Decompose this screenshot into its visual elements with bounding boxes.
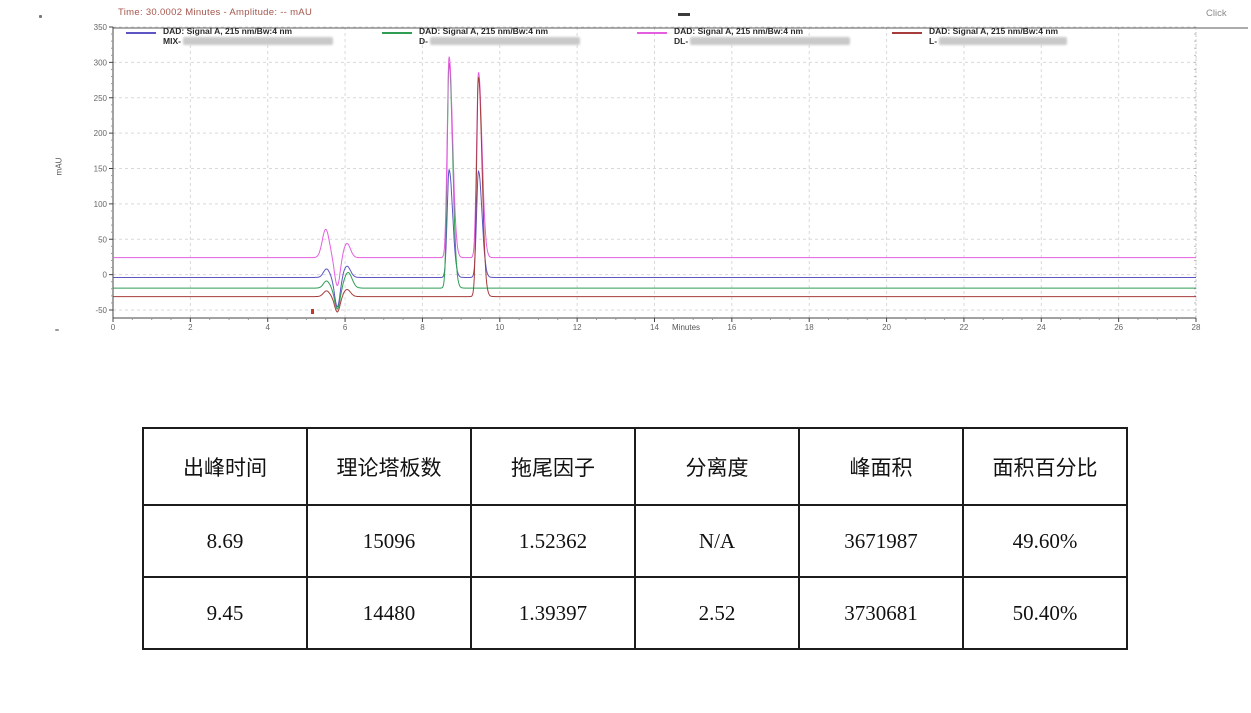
tick-label: 0 — [111, 323, 116, 332]
legend-sample-name: MIX- — [163, 37, 181, 47]
redacted-text — [183, 37, 333, 45]
tick-label: 22 — [959, 323, 968, 332]
tick-label: 300 — [94, 58, 108, 67]
tick-label: 100 — [94, 200, 108, 209]
legend-signal-label: DAD: Signal A, 215 nm/Bw:4 nm — [674, 27, 850, 37]
table-cell: 50.40% — [963, 577, 1127, 649]
tick-label: 2 — [188, 323, 193, 332]
legend-signal-label: DAD: Signal A, 215 nm/Bw:4 nm — [419, 27, 580, 37]
tick-label: 18 — [805, 323, 814, 332]
legend-entry: DAD: Signal A, 215 nm/Bw:4 nm D- — [382, 27, 580, 46]
table-header-cell: 峰面积 — [799, 428, 963, 505]
legend-entry: DAD: Signal A, 215 nm/Bw:4 nm DL- — [637, 27, 850, 46]
results-table: 出峰时间理论塔板数拖尾因子分离度峰面积面积百分比 8.69150961.5236… — [142, 427, 1128, 650]
table-header-cell: 理论塔板数 — [307, 428, 471, 505]
table-header-cell: 出峰时间 — [143, 428, 307, 505]
tick-label: 26 — [1114, 323, 1123, 332]
table-header-row: 出峰时间理论塔板数拖尾因子分离度峰面积面积百分比 — [143, 428, 1127, 505]
redacted-text — [690, 37, 850, 45]
legend-sample-name: D- — [419, 37, 428, 47]
table-cell: N/A — [635, 505, 799, 577]
tick-label: 200 — [94, 129, 108, 138]
tick-label: 24 — [1037, 323, 1046, 332]
tick-label: 10 — [495, 323, 504, 332]
legend-sample-name: DL- — [674, 37, 688, 47]
legend-signal-label: DAD: Signal A, 215 nm/Bw:4 nm — [163, 27, 333, 37]
table-cell: 2.52 — [635, 577, 799, 649]
x-axis-label: Minutes — [672, 323, 700, 332]
series-color-swatch — [637, 32, 667, 34]
table-cell: 1.39397 — [471, 577, 635, 649]
table-cell: 9.45 — [143, 577, 307, 649]
tick-label: 14 — [650, 323, 659, 332]
tick-label: 6 — [343, 323, 348, 332]
table-cell: 49.60% — [963, 505, 1127, 577]
chromatogram-plot[interactable]: -500501001502002503003500246810121416182… — [0, 0, 1251, 350]
table-header-cell: 分离度 — [635, 428, 799, 505]
series-color-swatch — [382, 32, 412, 34]
table-header-cell: 拖尾因子 — [471, 428, 635, 505]
injection-event-marker — [311, 309, 314, 314]
tick-label: 12 — [573, 323, 582, 332]
table-cell: 1.52362 — [471, 505, 635, 577]
tick-label: 350 — [94, 23, 108, 32]
tick-label: 16 — [727, 323, 736, 332]
tick-label: 150 — [94, 165, 108, 174]
table-row: 8.69150961.52362N/A367198749.60% — [143, 505, 1127, 577]
legend-entry: DAD: Signal A, 215 nm/Bw:4 nm MIX- — [126, 27, 333, 46]
tick-label: 4 — [265, 323, 270, 332]
series-color-swatch — [892, 32, 922, 34]
table-cell: 3730681 — [799, 577, 963, 649]
table-cell: 15096 — [307, 505, 471, 577]
tick-label: -50 — [95, 306, 107, 315]
table-cell: 3671987 — [799, 505, 963, 577]
tick-label: 20 — [882, 323, 891, 332]
legend-entry: DAD: Signal A, 215 nm/Bw:4 nm L- — [892, 27, 1067, 46]
legend-signal-label: DAD: Signal A, 215 nm/Bw:4 nm — [929, 27, 1067, 37]
table-header-cell: 面积百分比 — [963, 428, 1127, 505]
legend-sample-name: L- — [929, 37, 937, 47]
y-axis-label: mAU — [54, 158, 63, 176]
tick-label: 28 — [1192, 323, 1201, 332]
tick-label: 8 — [420, 323, 425, 332]
table-cell: 14480 — [307, 577, 471, 649]
table-cell: 8.69 — [143, 505, 307, 577]
redacted-text — [939, 37, 1067, 45]
tick-label: 250 — [94, 94, 108, 103]
series-color-swatch — [126, 32, 156, 34]
table-row: 9.45144801.393972.52373068150.40% — [143, 577, 1127, 649]
tick-label: 0 — [103, 271, 108, 280]
peak-results-table: 出峰时间理论塔板数拖尾因子分离度峰面积面积百分比 8.69150961.5236… — [142, 427, 1128, 650]
redacted-text — [430, 37, 580, 45]
tick-label: 50 — [98, 235, 107, 244]
